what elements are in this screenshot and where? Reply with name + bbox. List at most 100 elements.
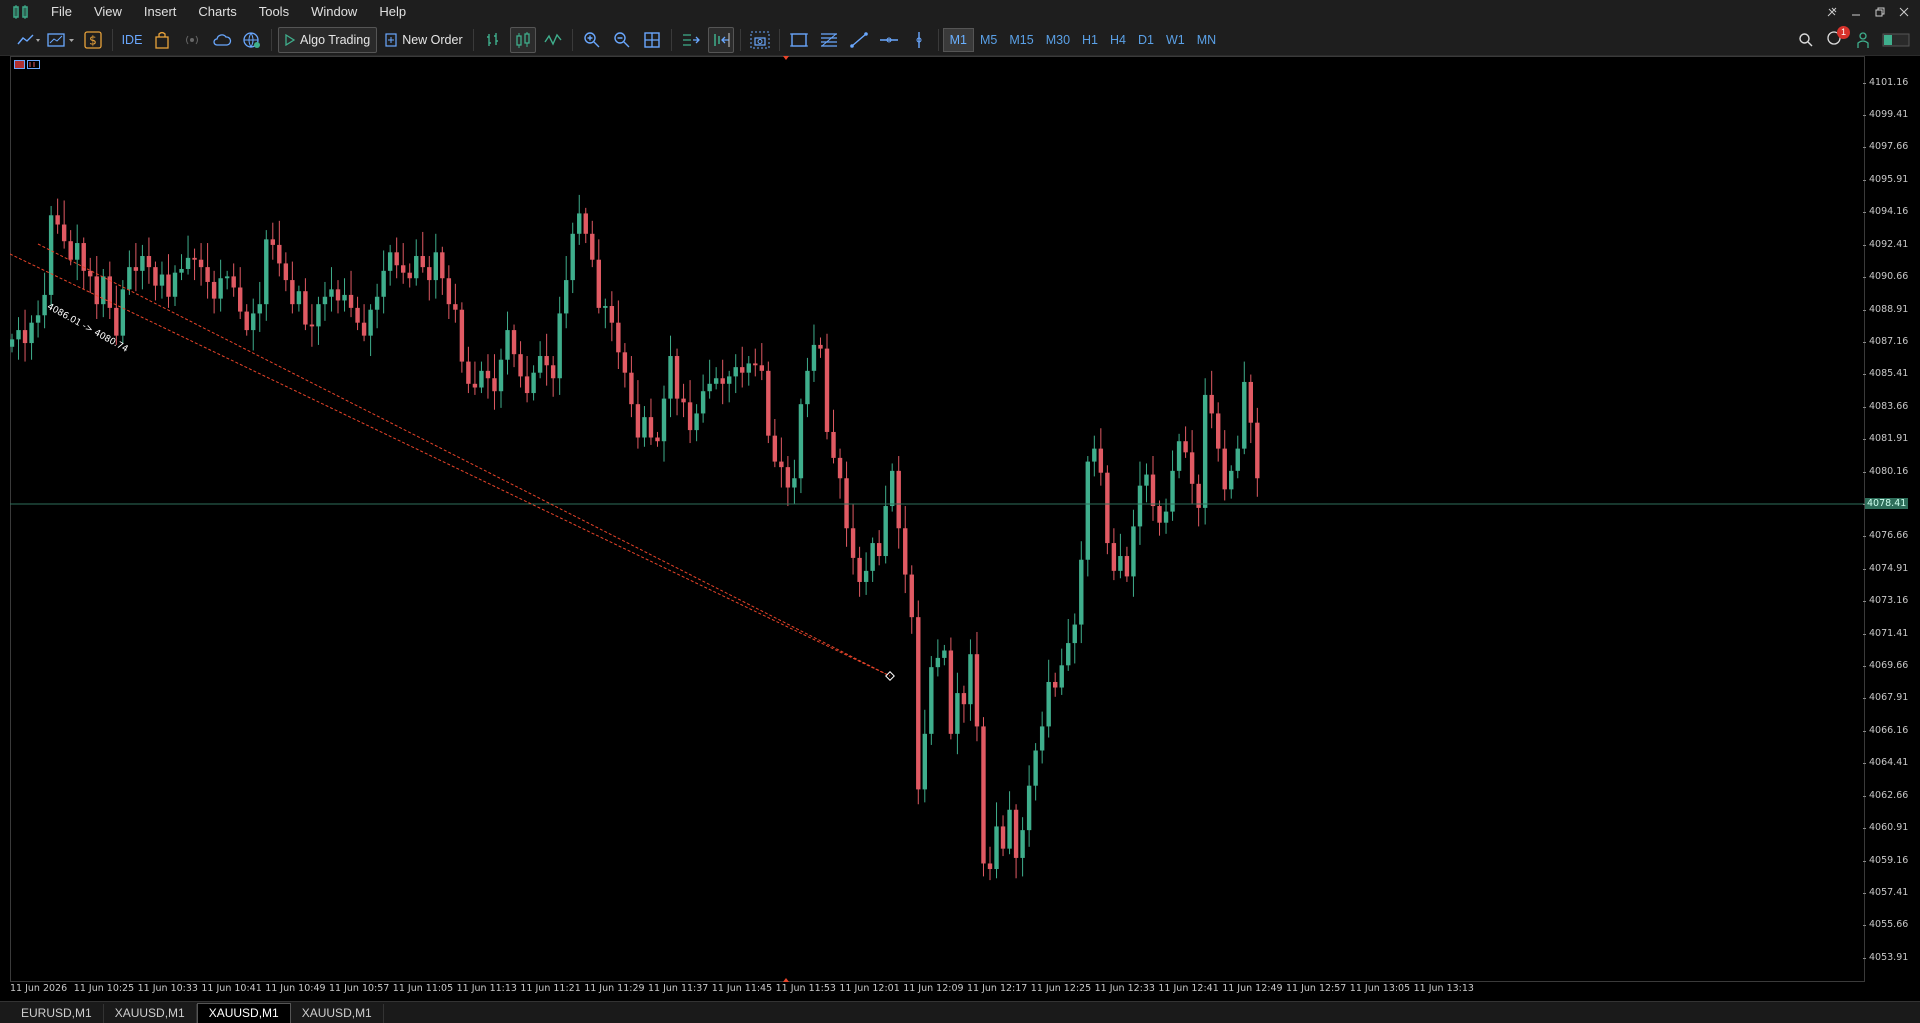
close-icon[interactable]	[1898, 6, 1910, 18]
candle-body	[727, 376, 732, 384]
dollar-icon[interactable]: $	[80, 27, 106, 53]
candle-body	[68, 241, 73, 260]
screenshot-icon[interactable]	[747, 27, 773, 53]
price-label: 4099.41	[1869, 109, 1909, 121]
auto-scroll-icon[interactable]	[678, 27, 704, 53]
search-icon[interactable]	[1798, 32, 1814, 48]
chart-tab[interactable]: XAUUSD,M1	[104, 1004, 197, 1023]
ide-button[interactable]: IDE	[119, 27, 145, 53]
timeframe-h1[interactable]: H1	[1076, 28, 1104, 52]
candle-body	[1098, 448, 1104, 473]
price-tick	[1863, 666, 1866, 668]
minimize-icon[interactable]	[1850, 6, 1862, 18]
time-label: 11 Jun 11:13	[456, 983, 517, 994]
chart-type-line-icon[interactable]	[16, 27, 42, 53]
timeframe-w1[interactable]: W1	[1160, 28, 1191, 52]
menu-help[interactable]: Help	[368, 0, 417, 24]
menu-view[interactable]: View	[83, 0, 133, 24]
line-chart-icon[interactable]	[540, 27, 566, 53]
menu-file[interactable]: File	[40, 0, 83, 24]
chart-shift-icon[interactable]	[707, 26, 734, 53]
candle-body	[270, 239, 275, 245]
account-status-icon[interactable]	[1856, 31, 1870, 49]
fibonacci-icon[interactable]	[816, 27, 842, 53]
menu-tools[interactable]: Tools	[248, 0, 300, 24]
time-label: 11 Jun 12:25	[1030, 983, 1092, 994]
chart-templates-icon[interactable]	[46, 27, 76, 53]
bar-chart-icon[interactable]	[480, 27, 506, 53]
overlays-layer	[10, 56, 1865, 982]
chart-tabs-bar: EURUSD,M1 XAUUSD,M1 XAUUSD,M1 XAUUSD,M1	[0, 1001, 1920, 1023]
signals-icon[interactable]	[179, 27, 205, 53]
candle-body	[798, 404, 804, 479]
timeframe-m5[interactable]: M5	[974, 28, 1003, 52]
price-label: 4074.91	[1869, 562, 1909, 574]
timeframe-m1[interactable]: M1	[942, 27, 974, 52]
horizontal-line-icon[interactable]	[876, 27, 902, 53]
candle-body	[309, 324, 315, 327]
candle-body	[961, 693, 967, 705]
menu-charts[interactable]: Charts	[187, 0, 247, 24]
price-tick	[1863, 341, 1866, 343]
ide-label: IDE	[121, 32, 143, 47]
candle-body	[1222, 448, 1227, 490]
time-axis[interactable]: 11 Jun 2026 11 Jun 10:25 11 Jun 10:33 11 Ju…	[10, 982, 1865, 996]
candle-body	[570, 233, 575, 281]
vertical-line-icon[interactable]	[906, 27, 932, 53]
price-tick	[1863, 828, 1866, 830]
price-tick	[1863, 536, 1866, 538]
trendline-icon[interactable]	[846, 27, 872, 53]
price-label: 4080.16	[1869, 465, 1909, 477]
chart-tab[interactable]: XAUUSD,M1	[291, 1004, 384, 1023]
notifications-button[interactable]: 1	[1826, 26, 1850, 49]
candle-body	[955, 693, 960, 734]
crosshair-frame-icon[interactable]	[786, 27, 812, 53]
pin-icon[interactable]	[1826, 6, 1838, 18]
candle-body	[316, 304, 321, 327]
candle-body	[1202, 394, 1208, 508]
candle-body	[863, 570, 869, 582]
timeframe-h4[interactable]: H4	[1104, 28, 1132, 52]
candle-body	[603, 306, 608, 308]
price-axis[interactable]: 4101.16 4099.41 4097.66 4095.91 4094.16 4092.…	[1863, 56, 1920, 982]
price-chart[interactable]	[10, 56, 1865, 982]
price-label: 4101.16	[1869, 76, 1909, 88]
chart-tab-active[interactable]: XAUUSD,M1	[196, 1003, 291, 1023]
restore-icon[interactable]	[1874, 6, 1886, 18]
tile-windows-icon[interactable]	[639, 27, 665, 53]
candle-body	[668, 356, 673, 399]
candle-body	[792, 478, 797, 488]
candlestick-chart-icon[interactable]	[509, 26, 536, 53]
candle-body	[433, 252, 438, 281]
price-label: 4095.91	[1869, 173, 1909, 185]
candle-body	[629, 372, 634, 405]
candle-body	[16, 330, 21, 340]
menu-window[interactable]: Window	[300, 0, 368, 24]
timeframe-m30[interactable]: M30	[1040, 28, 1076, 52]
price-label: 4073.16	[1869, 595, 1909, 607]
timeframe-d1[interactable]: D1	[1132, 28, 1160, 52]
market-bag-icon[interactable]	[149, 27, 175, 53]
candle-body	[818, 344, 823, 349]
zoom-out-icon[interactable]	[609, 27, 635, 53]
community-globe-icon[interactable]	[239, 27, 265, 53]
candle-body	[968, 654, 973, 705]
vps-cloud-icon[interactable]	[209, 27, 235, 53]
time-label: 11 Jun 12:49	[1222, 983, 1283, 994]
candle-body	[987, 863, 993, 870]
new-order-button[interactable]: New Order	[381, 27, 466, 53]
candle-body	[446, 278, 452, 305]
menu-insert[interactable]: Insert	[133, 0, 188, 24]
candle-body	[257, 304, 262, 314]
zoom-in-icon[interactable]	[579, 27, 605, 53]
candle-body	[224, 276, 230, 279]
chart-tab[interactable]: EURUSD,M1	[10, 1004, 104, 1023]
timeframe-mn[interactable]: MN	[1191, 28, 1222, 52]
timeframe-m15[interactable]: M15	[1003, 28, 1039, 52]
toolbar-separator	[937, 28, 939, 51]
connection-status-icon[interactable]	[1882, 33, 1910, 47]
algo-trading-button[interactable]: Algo Trading	[278, 26, 378, 53]
candle-body	[1163, 511, 1169, 523]
candle-body	[498, 359, 504, 392]
candle-body	[414, 256, 419, 279]
